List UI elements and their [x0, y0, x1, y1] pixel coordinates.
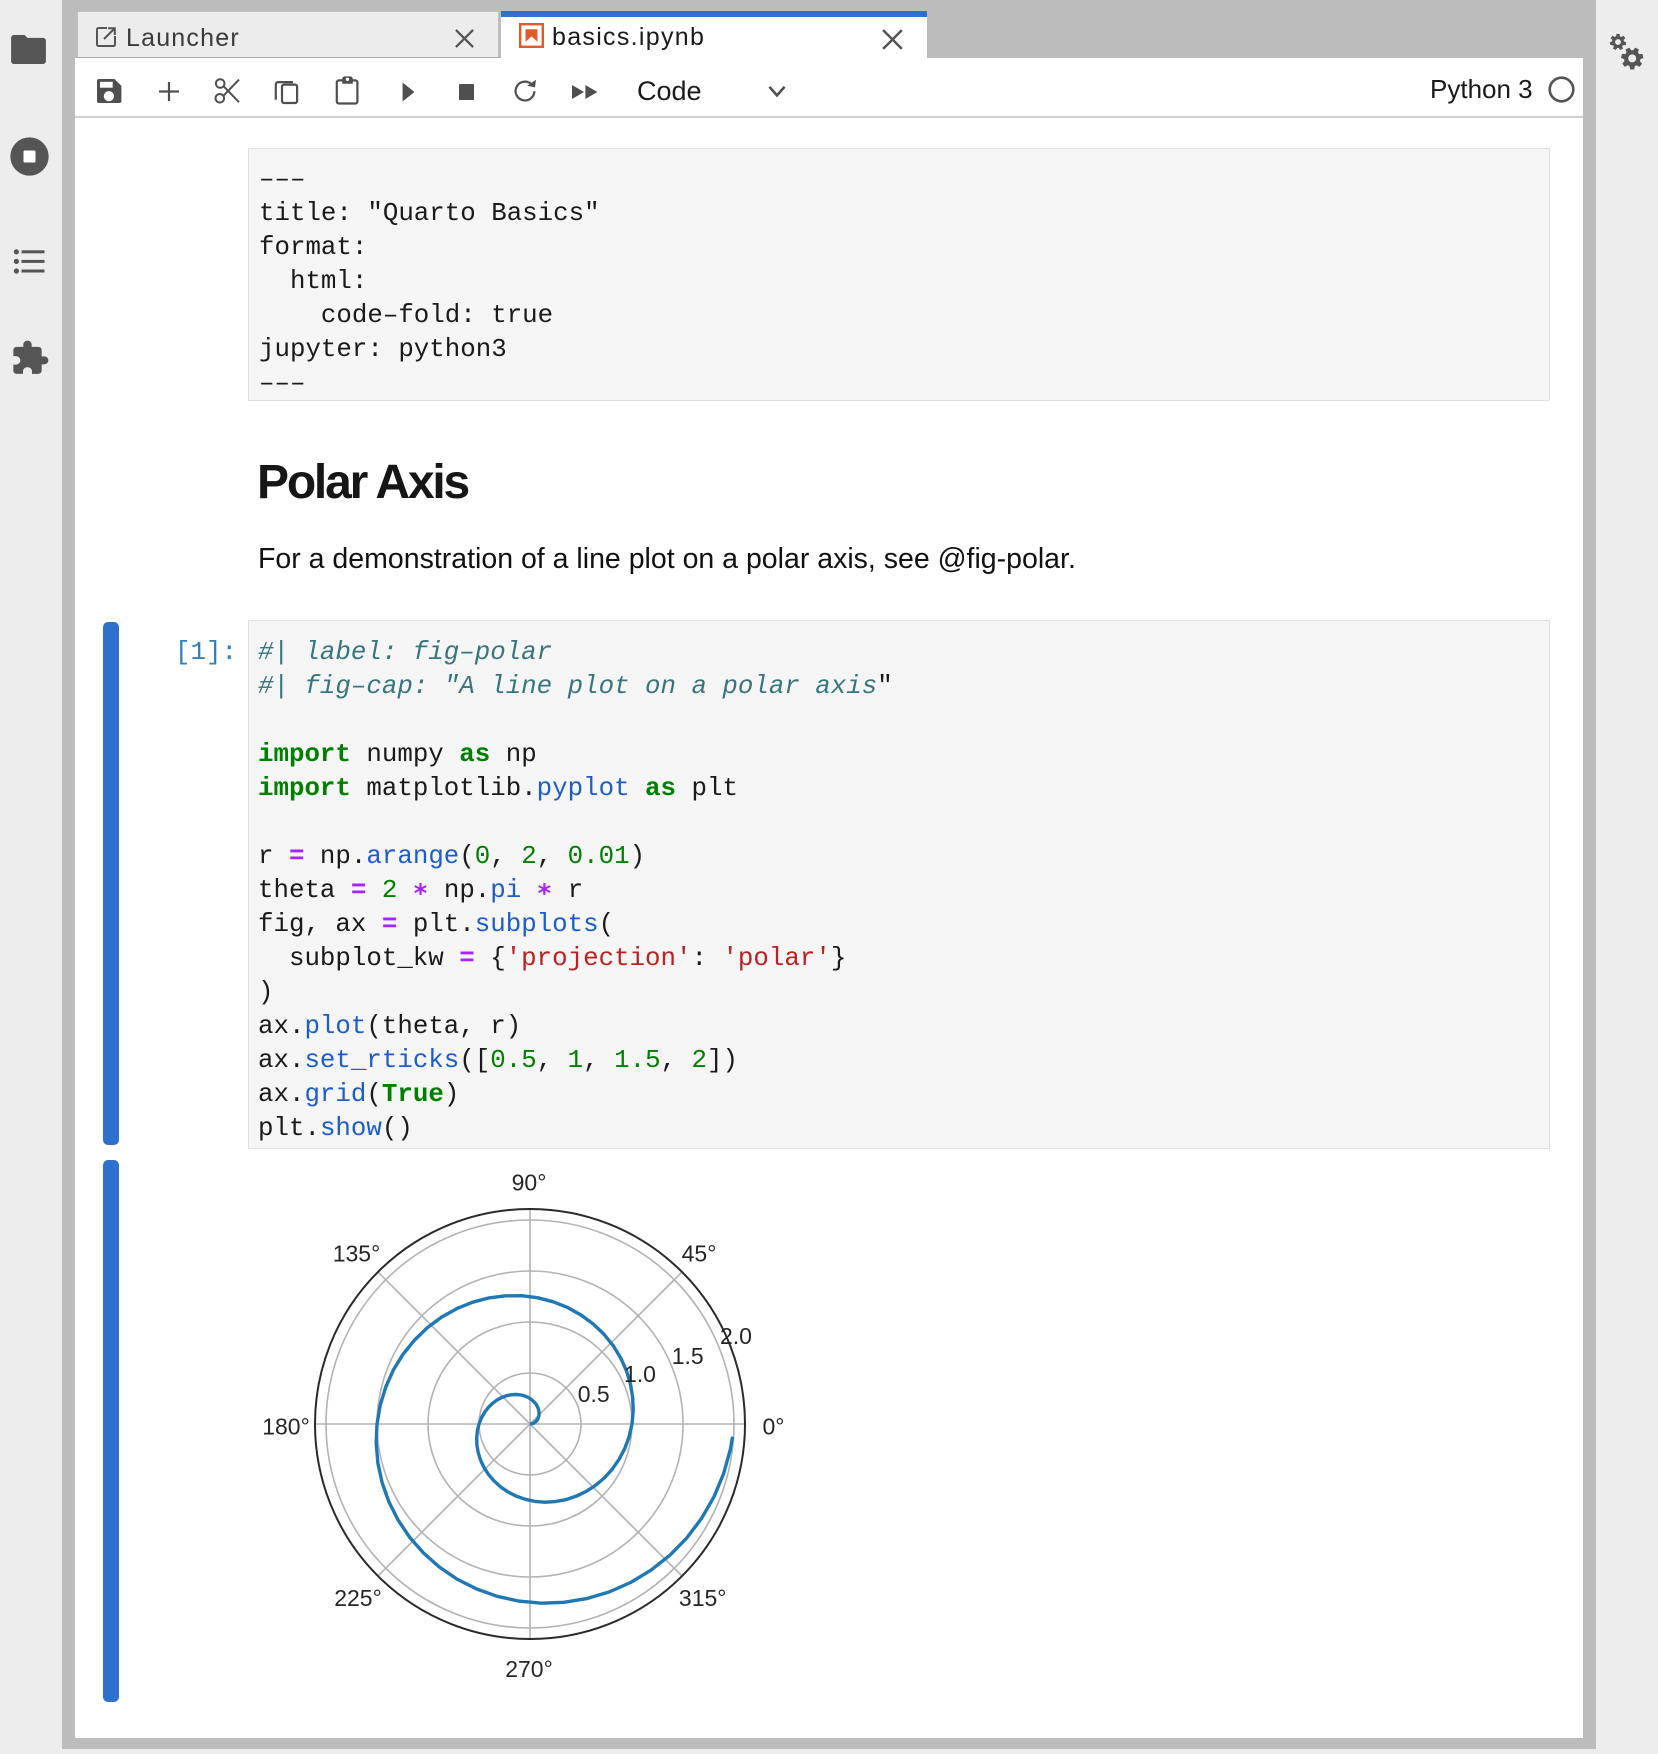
svg-text:1.0: 1.0	[624, 1361, 656, 1387]
svg-text:1.5: 1.5	[672, 1343, 704, 1369]
svg-text:225°: 225°	[334, 1585, 382, 1611]
svg-text:45°: 45°	[682, 1241, 717, 1267]
svg-text:315°: 315°	[679, 1585, 727, 1611]
svg-text:270°: 270°	[505, 1656, 553, 1682]
svg-text:180°: 180°	[262, 1414, 310, 1440]
svg-text:0.5: 0.5	[578, 1381, 610, 1407]
svg-text:0°: 0°	[763, 1414, 785, 1440]
svg-text:90°: 90°	[512, 1170, 547, 1196]
svg-text:2.0: 2.0	[720, 1323, 752, 1349]
svg-text:135°: 135°	[333, 1241, 381, 1267]
